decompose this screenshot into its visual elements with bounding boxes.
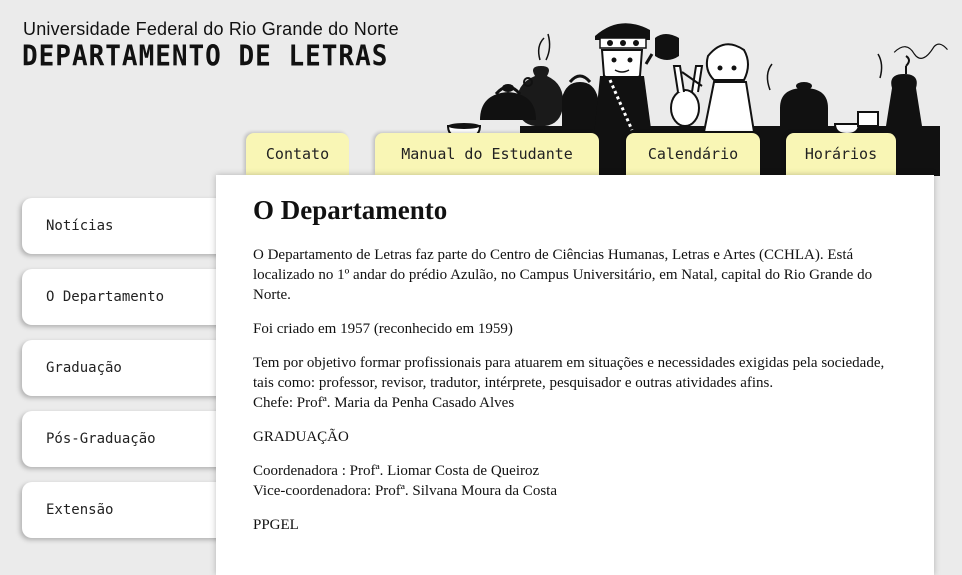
sidebar-item-pos-graduacao[interactable]: Pós-Graduação — [22, 411, 232, 467]
paragraph-founded: Foi criado em 1957 (reconhecido em 1959) — [253, 321, 513, 337]
page-title: O Departamento — [253, 195, 448, 225]
paragraph-objective: Tem por objetivo formar profissionais pa… — [253, 353, 903, 413]
sidebar-item-noticias[interactable]: Notícias — [22, 198, 232, 254]
coordinator-text: Coordenadora : Profª. Liomar Costa de Qu… — [253, 463, 540, 479]
sidebar-item-extensao[interactable]: Extensão — [22, 482, 232, 538]
content-body: O Departamento O Departamento de Letras … — [253, 195, 903, 549]
tab-horarios[interactable]: Horários — [786, 133, 896, 175]
vice-coordinator-text: Vice-coordenadora: Profª. Silvana Moura … — [253, 483, 557, 499]
tab-contato[interactable]: Contato — [246, 133, 349, 175]
department-title[interactable]: DEPARTAMENTO DE LETRAS — [22, 41, 388, 73]
sidebar-item-graduacao[interactable]: Graduação — [22, 340, 232, 396]
content-panel: O Departamento O Departamento de Letras … — [216, 175, 934, 575]
university-name: Universidade Federal do Rio Grande do No… — [23, 19, 399, 39]
paragraph-coordination: Coordenadora : Profª. Liomar Costa de Qu… — [253, 461, 903, 501]
tab-manual-do-estudante[interactable]: Manual do Estudante — [375, 133, 599, 175]
section-heading-ppgel: PPGEL — [253, 517, 299, 533]
chief-text: Chefe: Profª. Maria da Penha Casado Alve… — [253, 395, 515, 411]
section-heading-graduacao: GRADUAÇÃO — [253, 429, 349, 445]
paragraph-intro: O Departamento de Letras faz parte do Ce… — [253, 247, 873, 303]
objective-text: Tem por objetivo formar profissionais pa… — [253, 355, 885, 391]
sidebar-item-o-departamento[interactable]: O Departamento — [22, 269, 232, 325]
tab-calendario[interactable]: Calendário — [626, 133, 760, 175]
